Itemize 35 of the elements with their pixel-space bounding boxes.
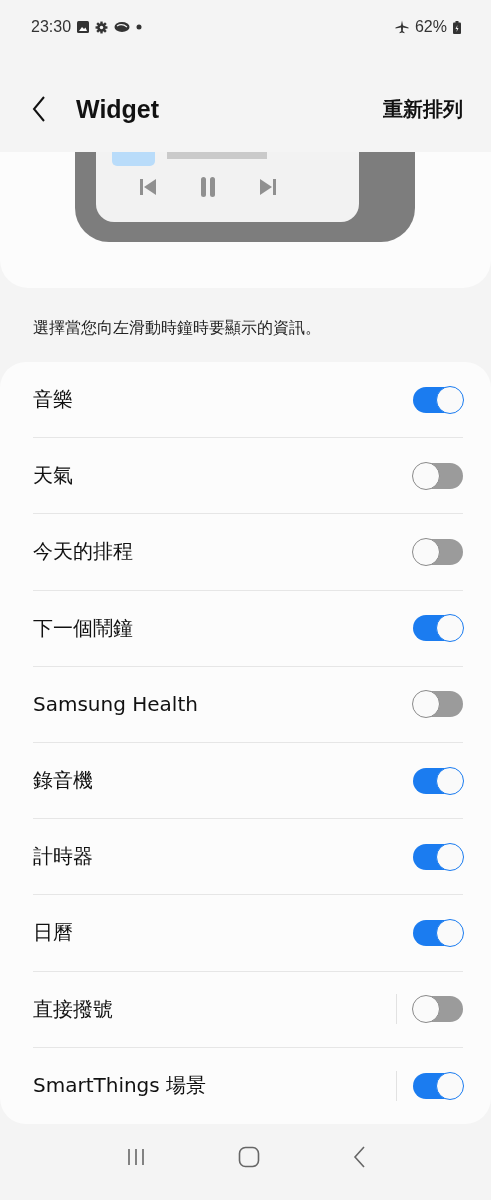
setting-label: 天氣 xyxy=(33,462,74,490)
setting-label: 今天的排程 xyxy=(33,538,134,566)
setting-label: 日曆 xyxy=(33,919,74,947)
reorder-button[interactable]: 重新排列 xyxy=(383,95,463,123)
battery-percent: 62% xyxy=(414,18,447,36)
toggle-switch[interactable] xyxy=(413,919,463,946)
toggle-switch[interactable] xyxy=(413,843,463,870)
back-button[interactable] xyxy=(32,96,46,122)
clock-time: 23:30 xyxy=(31,18,72,36)
recent-apps-icon[interactable] xyxy=(126,1148,147,1166)
cloud-icon xyxy=(114,21,131,33)
airplane-icon xyxy=(394,20,409,34)
toggle-switch[interactable] xyxy=(413,1072,463,1099)
dot-icon xyxy=(136,24,143,30)
setting-label: 下一個鬧鐘 xyxy=(33,614,134,642)
setting-label: 直接撥號 xyxy=(33,995,114,1023)
setting-label: 錄音機 xyxy=(33,767,94,795)
toggle-switch[interactable] xyxy=(413,691,463,718)
toggle-switch[interactable] xyxy=(413,462,463,489)
home-icon[interactable] xyxy=(238,1146,261,1168)
toggle-switch[interactable] xyxy=(413,996,463,1023)
image-icon xyxy=(77,21,90,33)
back-icon[interactable] xyxy=(352,1146,365,1168)
description-text: 選擇當您向左滑動時鐘時要顯示的資訊。 xyxy=(33,318,322,339)
page-title: Widget xyxy=(76,94,161,124)
setting-label: Samsung Health xyxy=(33,692,199,717)
toggle-switch[interactable] xyxy=(413,767,463,794)
setting-label: 音樂 xyxy=(33,386,74,414)
battery-icon xyxy=(453,20,461,34)
gear-icon xyxy=(95,20,109,34)
setting-label: SmartThings 場景 xyxy=(33,1072,208,1100)
setting-label: 計時器 xyxy=(33,843,94,871)
toggle-switch[interactable] xyxy=(413,386,463,413)
toggle-switch[interactable] xyxy=(413,538,463,565)
toggle-switch[interactable] xyxy=(413,615,463,642)
